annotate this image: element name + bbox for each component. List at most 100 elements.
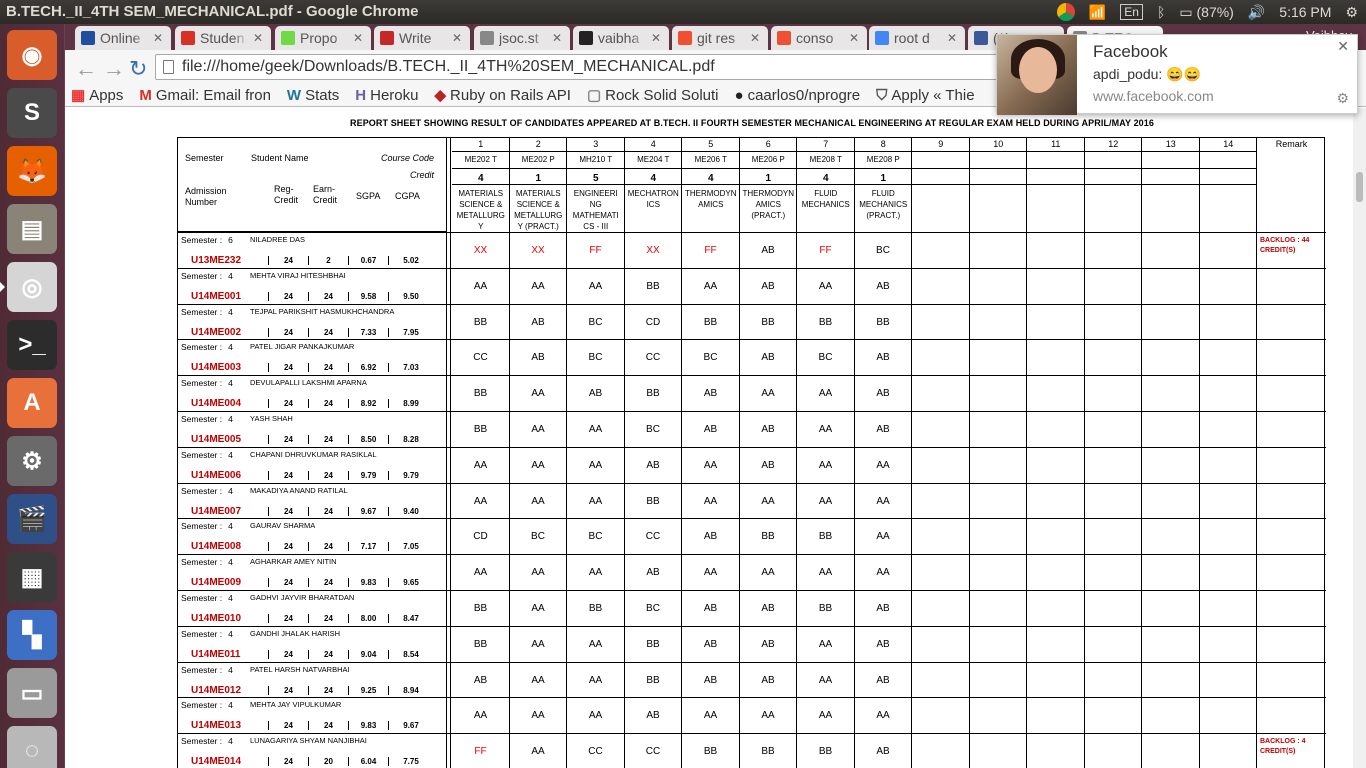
semester-label: Semester : 4 (181, 629, 233, 639)
bluetooth-icon[interactable]: ᛒ (1157, 4, 1165, 20)
facebook-notification[interactable]: Facebook apdi_podu: 😄😄 www.facebook.com … (996, 34, 1358, 115)
wifi-icon[interactable]: 📶 (1089, 4, 1106, 21)
keyboard-layout-indicator[interactable]: En (1120, 4, 1143, 20)
git-icon (777, 31, 791, 45)
tab-close-icon[interactable]: ✕ (651, 31, 661, 45)
semester-number: 4 (228, 664, 233, 675)
forward-arrow-icon[interactable]: → (103, 56, 125, 82)
column-number: 10 (993, 139, 1004, 149)
admission-header: Admission (185, 186, 227, 196)
course-name: MATERIALS SCIENCE & METALLURG Y (PRACT.) (514, 189, 563, 231)
admission-number: U14ME003 (191, 362, 242, 374)
course-name: FLUID MECHANICS (PRACT.) (859, 189, 908, 220)
vertical-scrollbar[interactable] (1353, 108, 1366, 768)
course-credit: 4 (477, 173, 484, 184)
sublime-text-icon[interactable]: S (7, 88, 57, 138)
student-row: Semester : 4 MEHTA JAY VIPULKUMAR U14ME013 2… (178, 697, 1326, 733)
credit-summary: 24 20 6.04 7.75 (268, 757, 433, 767)
grade-cell: AA (703, 567, 718, 579)
battery-icon: ▭ (1179, 3, 1197, 20)
bookmark-2[interactable]: M Gmail: Email fron (139, 84, 271, 106)
ruby-icon: ◆ (434, 87, 447, 104)
address-bar[interactable]: file:///home/geek/Downloads/B.TECH._II_4… (155, 54, 1085, 80)
column-number: 1 (478, 139, 484, 149)
bookmark-3[interactable]: W Stats (287, 84, 339, 106)
reload-icon[interactable]: ↻ (129, 56, 147, 82)
tab-close-icon[interactable]: ✕ (253, 31, 263, 45)
gmail-icon: M (139, 86, 152, 104)
tab-close-icon[interactable]: ✕ (947, 31, 957, 45)
apps-grid-icon: ▦ (71, 87, 86, 104)
software-center-icon[interactable]: A (7, 378, 57, 428)
tab-5[interactable]: jsoc.st ✕ (474, 26, 570, 50)
grade-cell: BB (818, 531, 833, 543)
tab-close-icon[interactable]: ✕ (849, 31, 859, 45)
firefox-icon[interactable]: 🦊 (7, 146, 57, 196)
student-row: Semester :4 GAURAV SHARMA U14ME008 24 24 7.17… (178, 518, 1326, 554)
pdf-viewer[interactable]: REPORT SHEET SHOWING RESULT OF CANDIDATE… (65, 108, 1366, 768)
summary-cgpa: 9.50 (388, 291, 433, 301)
grade-cell: BB (646, 495, 660, 507)
git-icon (678, 31, 692, 45)
tetris-icon[interactable]: ▚ (7, 610, 57, 660)
tab-close-icon[interactable]: ✕ (552, 31, 562, 45)
tab-close-icon[interactable]: ✕ (750, 31, 760, 45)
tab-3[interactable]: Propo ✕ (275, 26, 371, 50)
terminal-icon[interactable]: >_ (7, 320, 57, 370)
back-arrow-icon[interactable]: ← (75, 56, 97, 82)
bookmark-1[interactable]: ▦ Apps (71, 84, 123, 106)
scrollbar-thumb[interactable] (1356, 172, 1363, 202)
semester-label: Semester : 4 (181, 271, 233, 281)
power-gear-icon[interactable]: ⚙ (1345, 4, 1358, 21)
files-icon[interactable]: ▤ (7, 204, 57, 254)
battery-indicator[interactable]: ▭ (87%) (1179, 4, 1233, 21)
video-editor-icon[interactable]: 🎬 (7, 494, 57, 544)
tab-8[interactable]: conso ✕ (771, 26, 867, 50)
dash-icon[interactable]: ◉ (7, 30, 57, 80)
summary-reg: 24 (268, 291, 308, 301)
calculator-icon[interactable]: ▦ (7, 552, 57, 602)
bookmark-8[interactable]: ⛉ Apply « Thie (876, 84, 974, 106)
bookmark-label: Apps (89, 86, 124, 104)
semester-label: Semester : 4 (181, 486, 233, 496)
semester-number: 4 (228, 414, 233, 424)
grade-cell: AB (588, 388, 603, 400)
grade-cell: BC (703, 352, 718, 364)
tab-2[interactable]: Studen ✕ (175, 26, 271, 50)
column-number: 7 (823, 139, 829, 149)
notification-body: apdi_podu: 😄😄 (1093, 66, 1202, 82)
chrome-indicator-icon[interactable] (1056, 3, 1075, 21)
tab-6[interactable]: vaibha ✕ (573, 26, 669, 50)
bookmark-7[interactable]: ● caarlos0/nprogre (735, 84, 861, 106)
settings-gear-icon[interactable]: ⚙ (1336, 90, 1349, 107)
semester-text: Semester : (181, 736, 223, 747)
tab-1[interactable]: Online ✕ (75, 26, 171, 50)
bookmark-4[interactable]: H Heroku (355, 84, 418, 106)
semester-number: 4 (228, 378, 233, 389)
student-name: GANDHI JHALAK HARISH (250, 628, 341, 638)
tab-4[interactable]: Write ✕ (374, 26, 470, 50)
tab-close-icon[interactable]: ✕ (452, 31, 462, 45)
clock[interactable]: 5:16 PM (1279, 4, 1331, 20)
bookmark-5[interactable]: ◆ Ruby on Rails API (434, 84, 570, 106)
bookmark-label: Ruby on Rails API (450, 86, 571, 104)
system-settings-icon[interactable]: ⚙ (7, 436, 57, 486)
number-header: Number (185, 197, 218, 207)
grade-cell: BB (473, 424, 488, 435)
disk-drive-icon[interactable]: ▭ (7, 668, 57, 718)
student-name: YASH SHAH (250, 414, 293, 423)
grade-cell: AA (818, 424, 833, 435)
volume-icon[interactable]: 🔊 (1248, 4, 1265, 21)
tab-close-icon[interactable]: ✕ (153, 31, 163, 45)
chrome-icon[interactable]: ◎ (0, 262, 57, 312)
close-icon[interactable]: ✕ (1337, 38, 1349, 55)
grade-cell: AA (818, 459, 833, 471)
tab-label: vaibha (598, 30, 640, 46)
tab-7[interactable]: git res ✕ (672, 26, 768, 50)
grade-cell: BB (473, 638, 488, 650)
tab-close-icon[interactable]: ✕ (353, 31, 363, 45)
optical-drive-icon[interactable]: ◌ (7, 726, 57, 768)
top-panel: B.TECH._II_4TH SEM_MECHANICAL.pdf - Goog… (0, 0, 1366, 24)
tab-9[interactable]: root d ✕ (869, 26, 965, 50)
bookmark-6[interactable]: ▢ Rock Solid Soluti (587, 84, 719, 106)
